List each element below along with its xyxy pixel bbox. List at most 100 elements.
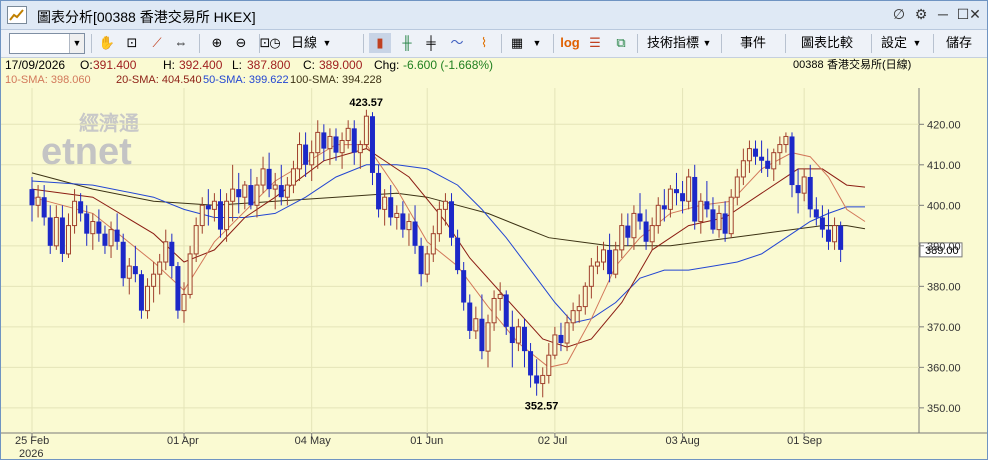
change-value: -6.600 (-1.668%) xyxy=(403,58,494,72)
chevron-down-icon[interactable]: ▼ xyxy=(531,33,543,53)
chevron-down-icon[interactable]: ▼ xyxy=(321,33,333,53)
candle-body-down xyxy=(558,334,564,344)
candle-body-down xyxy=(503,294,509,327)
y-tick-label: 350.00 xyxy=(927,403,961,415)
candle-body-down xyxy=(607,249,613,275)
candle-body-up xyxy=(363,115,369,146)
period-select[interactable]: 日線 xyxy=(289,33,319,53)
chart-app-icon xyxy=(7,6,27,24)
candle-body-down xyxy=(710,209,716,230)
candle-body-up xyxy=(740,160,746,178)
zoom-in-icon[interactable]: ⊕ xyxy=(207,33,227,53)
stock-name: 香港交易所(日線) xyxy=(827,59,912,71)
high-annotation: 423.57 xyxy=(349,97,383,109)
candle-body-up xyxy=(473,318,479,332)
hand-pan-icon[interactable]: ✋ xyxy=(97,33,117,53)
toolbar-divider xyxy=(553,34,554,53)
export-icon[interactable]: ⧉ xyxy=(611,33,631,53)
candle-body-up xyxy=(649,225,655,243)
save-button[interactable]: 儲存 xyxy=(941,33,977,53)
chevron-down-icon[interactable]: ▼ xyxy=(911,33,923,53)
candle-body-up xyxy=(552,334,558,356)
candle-body-down xyxy=(132,266,138,275)
candle-body-down xyxy=(169,241,175,267)
toolbar-divider xyxy=(363,34,364,53)
candle-body-up xyxy=(145,285,151,312)
candle-body-up xyxy=(728,196,734,235)
chevron-down-icon[interactable]: ▼ xyxy=(701,33,713,53)
candle-body-down xyxy=(248,185,254,206)
toolbar-divider xyxy=(721,34,722,53)
candle-body-up xyxy=(771,152,777,170)
close-button[interactable]: ✕ xyxy=(965,5,985,23)
candle-body-up xyxy=(716,212,722,231)
candle-body-down xyxy=(795,185,801,194)
candle-body-down xyxy=(704,201,710,210)
sma100-legend: 100-SMA: 394.228 xyxy=(290,74,382,86)
ohlc-info-bar: 17/09/2026 O: 391.400 H: 392.400 L: 387.… xyxy=(1,58,987,73)
events-button[interactable]: 事件 xyxy=(731,33,775,53)
price-chart-svg[interactable]: 經濟通 etnet 423.57352.57389.00 350.00360.0… xyxy=(1,88,987,460)
hlc-bar-icon[interactable]: ╪ xyxy=(421,33,441,53)
quote-date: 17/09/2026 xyxy=(5,58,66,72)
candle-body-down xyxy=(388,197,394,218)
candle-body-down xyxy=(467,302,473,331)
candle-body-down xyxy=(47,217,53,246)
candle-body-up xyxy=(698,200,704,223)
price-table-icon[interactable]: ☰ xyxy=(585,33,605,53)
candlestick-icon[interactable]: ▮ xyxy=(369,33,391,53)
zoom-out-icon[interactable]: ⊖ xyxy=(231,33,251,53)
minimize-button[interactable]: ─ xyxy=(933,5,953,23)
candle-body-down xyxy=(455,237,461,271)
toolbar-divider xyxy=(501,34,502,53)
candle-body-down xyxy=(722,213,728,234)
candle-body-down xyxy=(625,225,631,238)
candle-body-up xyxy=(613,249,619,275)
grid-icon[interactable]: ▦ xyxy=(507,33,527,53)
candle-body-up xyxy=(65,225,71,255)
candle-body-down xyxy=(266,168,272,190)
line-chart-icon[interactable]: 〜 xyxy=(447,33,467,53)
x-tick-label: 25 Feb xyxy=(15,435,49,447)
candle-body-down xyxy=(759,156,765,161)
candle-body-down xyxy=(96,221,102,234)
ohlc-bar-icon[interactable]: ╫ xyxy=(397,33,417,53)
clock-icon[interactable]: ◷ xyxy=(265,33,285,53)
candle-body-up xyxy=(582,285,588,308)
stock-code-input[interactable]: ▼ xyxy=(9,33,85,54)
candle-body-down xyxy=(412,221,418,246)
candle-body-down xyxy=(753,148,759,157)
candle-body-up xyxy=(357,144,363,154)
crosshair-icon[interactable]: ⊡ xyxy=(121,33,143,53)
candle-body-up xyxy=(163,241,169,263)
draw-line-icon[interactable]: ⟋ xyxy=(147,33,167,53)
candle-body-down xyxy=(637,213,643,222)
settings-menu[interactable]: 設定 xyxy=(879,33,909,53)
chevron-down-icon[interactable]: ▼ xyxy=(69,34,84,53)
toolbar-divider xyxy=(259,34,260,53)
candle-body-up xyxy=(497,293,503,299)
area-chart-icon[interactable]: ⌇ xyxy=(473,33,495,53)
candle-body-up xyxy=(254,184,260,206)
toolbar-divider xyxy=(199,34,200,53)
compare-button[interactable]: 圖表比較 xyxy=(795,33,859,53)
y-tick-label: 390.00 xyxy=(927,241,961,253)
log-scale-button[interactable]: log xyxy=(559,33,581,53)
candle-body-down xyxy=(673,189,679,194)
link-icon[interactable]: ∅ xyxy=(889,5,909,23)
candle-body-up xyxy=(546,354,552,376)
fit-width-icon[interactable]: ⇔ xyxy=(171,33,191,53)
settings-icon[interactable]: ⚙ xyxy=(911,5,931,23)
candle-body-down xyxy=(369,116,375,173)
candle-body-down xyxy=(661,205,667,210)
indicators-menu[interactable]: 技術指標 xyxy=(645,33,701,53)
candle-body-down xyxy=(102,233,108,246)
sma-legend-bar: 10-SMA: 398.060 20-SMA: 404.540 50-SMA: … xyxy=(1,73,987,88)
candle-body-up xyxy=(424,253,430,275)
candle-body-up xyxy=(442,200,448,210)
price-chart[interactable]: 經濟通 etnet 423.57 352.57 389.00 350.00 360.0… xyxy=(1,88,987,460)
candle-body-up xyxy=(631,212,637,239)
candle-body-up xyxy=(832,225,838,243)
close-value: 389.000 xyxy=(319,58,363,72)
y-tick-label: 410.00 xyxy=(927,160,961,172)
